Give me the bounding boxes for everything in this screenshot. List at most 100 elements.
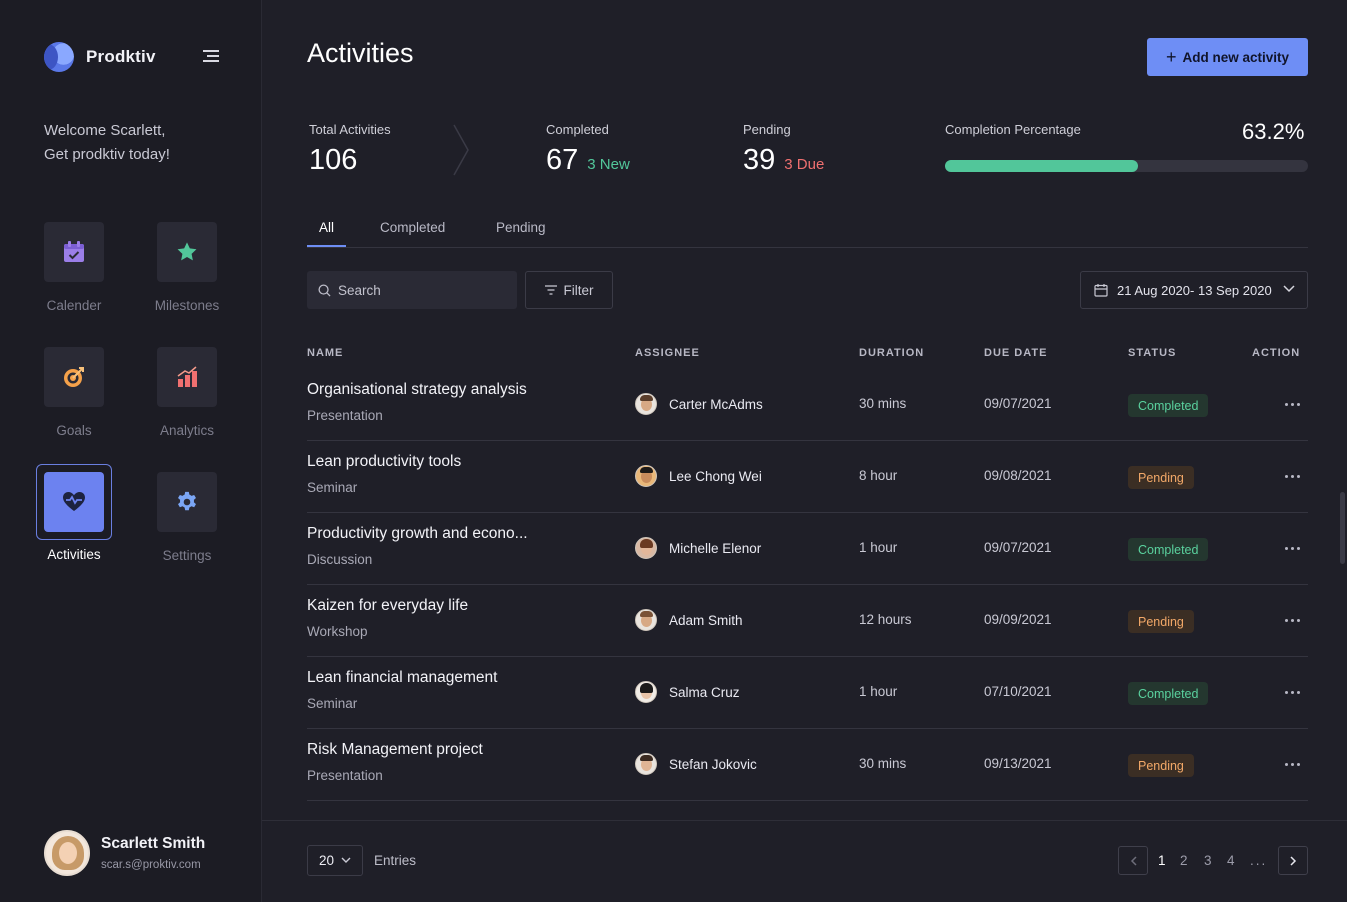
activity-type: Workshop [307,624,368,639]
activity-name[interactable]: Organisational strategy analysis [307,381,527,399]
activities-tile [44,472,104,532]
stat-completed-value: 67 3 New [546,144,630,177]
activity-name[interactable]: Risk Management project [307,741,483,759]
page-1[interactable]: 1 [1158,853,1166,868]
status-badge: Pending [1128,466,1194,489]
activity-name[interactable]: Lean financial management [307,669,497,687]
table-row[interactable]: Risk Management project Presentation Ste… [307,729,1308,801]
goals-tile [44,347,104,407]
column-header-due-date[interactable]: DUE DATE [984,347,1047,359]
tab-completed[interactable]: Completed [380,220,445,235]
more-options-icon[interactable] [1281,681,1303,703]
activity-type: Seminar [307,480,358,495]
status-badge: Pending [1128,610,1194,633]
column-header-assignee[interactable]: ASSIGNEE [635,347,700,359]
stat-pending-label: Pending [743,122,791,137]
chevron-right-icon [453,124,469,176]
column-header-status[interactable]: STATUS [1128,347,1176,359]
sidebar-item-analytics[interactable]: Analytics [137,347,237,438]
milestones-tile [157,222,217,282]
activity-type: Presentation [307,768,383,783]
due-date: 09/07/2021 [984,540,1052,555]
more-options-icon[interactable] [1281,537,1303,559]
page-2[interactable]: 2 [1180,853,1188,868]
entries-per-page-select[interactable]: 20 [307,845,363,876]
tab-pending[interactable]: Pending [496,220,546,235]
due-date: 09/13/2021 [984,756,1052,771]
assignee: Carter McAdms [635,393,763,415]
page-4[interactable]: 4 [1227,853,1235,868]
settings-tile [157,472,217,532]
menu-toggle-icon[interactable] [201,50,219,64]
table-row[interactable]: Productivity growth and econo... Discuss… [307,513,1308,585]
stat-total-label: Total Activities [309,122,391,137]
stat-pending-value: 39 3 Due [743,144,824,177]
sidebar-item-settings[interactable]: Settings [137,472,237,563]
sidebar-item-milestones[interactable]: Milestones [137,222,237,313]
search-box[interactable] [307,271,517,309]
more-options-icon[interactable] [1281,465,1303,487]
user-name: Scarlett Smith [101,835,206,852]
activity-name[interactable]: Kaizen for everyday life [307,597,468,615]
total-value: 106 [309,144,358,176]
assignee: Michelle Elenor [635,537,761,559]
gear-icon [178,491,196,511]
sidebar-item-calender[interactable]: Calender [24,222,124,313]
active-tab-indicator [307,245,346,247]
completion-progress-bar [945,160,1308,172]
sidebar-item-label: Calender [46,298,102,313]
chevron-down-icon [1283,285,1295,293]
more-options-icon[interactable] [1281,753,1303,775]
pending-due-count: 3 Due [784,156,825,173]
chevron-down-icon [341,857,351,863]
duration: 1 hour [859,684,898,699]
chevron-right-icon [1289,855,1296,866]
table-row[interactable]: Organisational strategy analysis Present… [307,369,1308,441]
sidebar-item-activities[interactable]: Activities [24,464,124,562]
search-input[interactable] [338,282,498,298]
page-3[interactable]: 3 [1204,853,1212,868]
sidebar-item-label: Analytics [159,423,215,438]
calender-tile [44,222,104,282]
due-date: 07/10/2021 [984,684,1052,699]
page-ellipsis[interactable]: ... [1250,853,1267,868]
activity-type: Presentation [307,408,383,423]
completed-new-count: 3 New [587,156,630,173]
scrollbar-thumb[interactable] [1340,492,1345,564]
previous-page-button[interactable] [1118,846,1148,875]
column-header-name[interactable]: NAME [307,347,343,359]
chevron-left-icon [1130,855,1137,866]
table-row[interactable]: Kaizen for everyday life Workshop Adam S… [307,585,1308,657]
assignee-name: Adam Smith [669,612,743,628]
brand[interactable]: Prodktiv [44,42,156,72]
next-page-button[interactable] [1278,846,1308,875]
add-activity-button[interactable]: + Add new activity [1147,38,1308,76]
pending-value: 39 [743,144,776,176]
column-header-duration[interactable]: DURATION [859,347,924,359]
duration: 8 hour [859,468,898,483]
duration: 30 mins [859,756,907,771]
stat-total-value: 106 [309,144,357,177]
activity-name[interactable]: Productivity growth and econo... [307,525,528,543]
plus-icon: + [1165,46,1177,67]
completion-label: Completion Percentage [945,122,1081,137]
avatar [635,609,657,631]
sidebar-item-label: Goals [56,423,92,438]
assignee-name: Stefan Jokovic [669,756,757,772]
column-header-action: ACTION [1252,347,1301,359]
more-options-icon[interactable] [1281,609,1303,631]
user-profile[interactable]: Scarlett Smith scar.s@proktiv.com [44,830,205,876]
duration: 12 hours [859,612,912,627]
sidebar-item-goals[interactable]: Goals [24,347,124,438]
table-row[interactable]: Lean productivity tools Seminar Lee Chon… [307,441,1308,513]
activity-name[interactable]: Lean productivity tools [307,453,461,471]
filter-button[interactable]: Filter [525,271,613,309]
completed-value: 67 [546,144,579,176]
calendar-outline-icon [1094,284,1108,297]
table-row[interactable]: Lean financial management Seminar Salma … [307,657,1308,729]
assignee: Stefan Jokovic [635,753,757,775]
assignee-name: Salma Cruz [669,684,740,700]
tab-all[interactable]: All [319,220,334,235]
date-range-picker[interactable]: 21 Aug 2020- 13 Sep 2020 [1080,271,1308,309]
more-options-icon[interactable] [1281,393,1303,415]
